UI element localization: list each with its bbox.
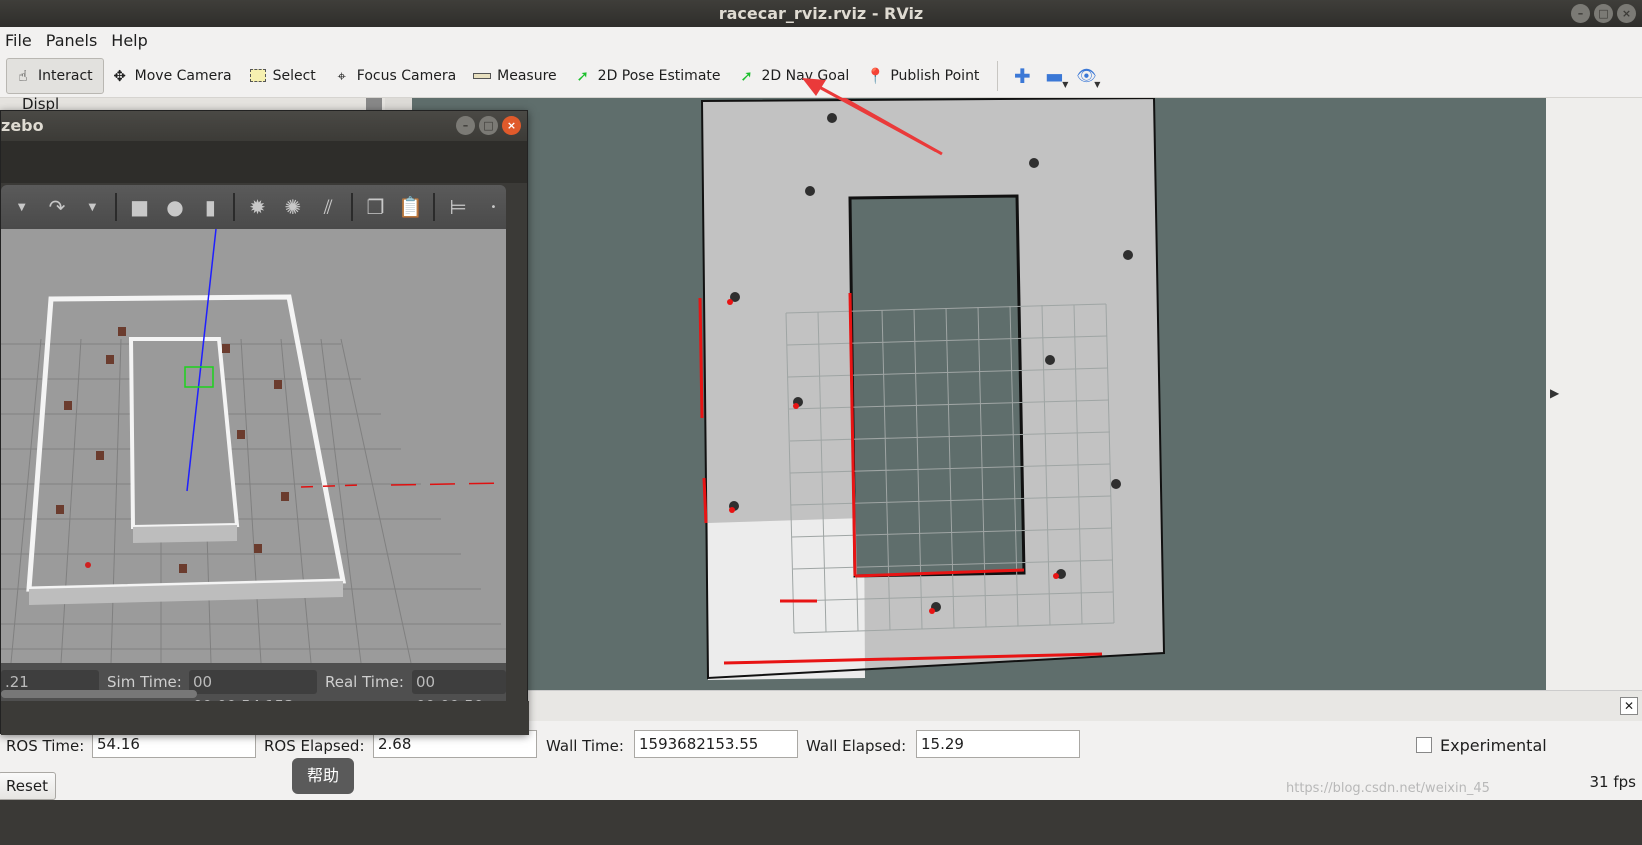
wall-elapsed-field[interactable]: 15.29	[916, 730, 1080, 758]
wall-elapsed-label: Wall Elapsed:	[806, 737, 907, 755]
window-titlebar: racecar_rviz.rviz - RViz – □ ×	[0, 0, 1642, 27]
x-axis-line	[300, 484, 362, 488]
select-tool[interactable]: Select	[242, 58, 326, 94]
crosshair-icon: ⌖	[337, 66, 346, 85]
green-arrow-icon: ➚	[740, 66, 753, 85]
ground-grid	[1, 338, 506, 663]
menu-file[interactable]: File	[0, 31, 41, 50]
panel-close-icon[interactable]	[366, 98, 382, 110]
paste-icon[interactable]: 📋	[398, 193, 423, 221]
displays-panel-header: Displ	[0, 95, 412, 113]
gazebo-minimize-button[interactable]: –	[456, 116, 475, 135]
red-marker	[85, 562, 91, 568]
expand-arrow-icon[interactable]: ▶	[1550, 386, 1559, 400]
toolbar-separator	[433, 193, 436, 221]
interact-tool[interactable]: ☝ Interact	[6, 57, 104, 94]
wall-time-label: Wall Time:	[546, 737, 624, 755]
align-icon[interactable]: ⊨	[445, 193, 470, 221]
gazebo-maximize-button[interactable]: □	[479, 116, 498, 135]
map-unknown-patch	[708, 518, 865, 680]
move-camera-label: Move Camera	[134, 67, 232, 84]
gazebo-titlebar: zebo – □ ×	[1, 111, 527, 141]
eye-icon[interactable]: 👁 ▼	[1070, 61, 1102, 91]
right-panel-collapsed[interactable]: ▶	[1546, 98, 1642, 690]
box-shape-icon[interactable]: ■	[127, 193, 152, 221]
pose-estimate-label: 2D Pose Estimate	[597, 67, 721, 84]
sim-time-label: Sim Time:	[107, 673, 182, 691]
real-time-field: 00 00:00:50	[412, 670, 506, 715]
inner-wall-side	[133, 525, 237, 543]
menu-panels[interactable]: Panels	[41, 31, 107, 50]
add-tool-icon[interactable]: ✚	[1006, 61, 1038, 91]
toolbar-separator	[232, 193, 235, 221]
reset-button[interactable]: Reset	[0, 772, 56, 800]
minimize-button[interactable]: –	[1571, 4, 1590, 23]
dropdown-arrow-icon[interactable]: ▼	[9, 193, 34, 221]
focus-camera-label: Focus Camera	[356, 67, 457, 84]
wall-time-field[interactable]: 1593682153.55	[634, 730, 798, 758]
gazebo-scrollbar[interactable]	[1, 690, 197, 698]
fps-counter: 31 fps	[1589, 773, 1636, 791]
gazebo-3d-scene[interactable]	[1, 229, 506, 663]
menu-bar: File Panels Help	[0, 27, 1642, 54]
more-icon[interactable]: •	[481, 193, 506, 221]
gazebo-window: zebo – □ × ▼ ↷ ▼ ■ ● ▮ ✹ ✺ ⫽ ❐ 📋 ⊨ • .21…	[0, 110, 529, 735]
sim-time-field: 00 00:00:54.153	[189, 670, 317, 715]
real-time-label: Real Time:	[325, 673, 404, 691]
rviz-3d-view[interactable]	[412, 98, 1546, 690]
time-panel-close-icon[interactable]: ✕	[1620, 697, 1638, 715]
sphere-shape-icon[interactable]: ●	[162, 193, 187, 221]
help-tooltip: 帮助	[292, 758, 354, 794]
hand-pointer-icon: ☝	[18, 66, 28, 85]
pose-estimate-tool[interactable]: ➚ 2D Pose Estimate	[567, 58, 731, 94]
ruler-icon	[472, 66, 492, 86]
watermark-text: https://blog.csdn.net/weixin_45	[1286, 781, 1490, 796]
dropdown-arrow-icon[interactable]: ▼	[80, 193, 105, 221]
cylinder-shape-icon[interactable]: ▮	[198, 193, 223, 221]
gazebo-menu-area	[1, 141, 527, 183]
measure-label: Measure	[497, 67, 557, 84]
menu-help[interactable]: Help	[106, 31, 156, 50]
time-panel-header: ✕	[412, 690, 1642, 721]
remove-tool-icon[interactable]: ▬ ▼	[1038, 61, 1070, 91]
redo-icon[interactable]: ↷	[44, 193, 69, 221]
gazebo-title: zebo	[1, 116, 44, 135]
experimental-label: Experimental	[1440, 736, 1547, 755]
ros-elapsed-label: ROS Elapsed:	[264, 737, 365, 755]
toolbar-separator	[997, 60, 999, 91]
interact-label: Interact	[38, 67, 93, 84]
select-box-icon	[248, 66, 268, 86]
gazebo-world-render	[1, 229, 506, 663]
toolbar-separator	[350, 193, 353, 221]
gazebo-toolbar: ▼ ↷ ▼ ■ ● ▮ ✹ ✺ ⫽ ❐ 📋 ⊨ •	[1, 185, 506, 229]
move-camera-tool[interactable]: ✥ Move Camera	[104, 58, 242, 94]
gazebo-close-button[interactable]: ×	[502, 116, 521, 135]
gazebo-bottom-area	[1, 701, 529, 735]
annotation-arrow-head	[802, 78, 942, 152]
window-title: racecar_rviz.rviz - RViz	[718, 4, 924, 23]
copy-icon[interactable]: ❐	[363, 193, 388, 221]
point-light-icon[interactable]: ✹	[245, 193, 270, 221]
experimental-checkbox[interactable]	[1416, 737, 1432, 753]
green-arrow-icon: ➚	[576, 66, 589, 85]
measure-tool[interactable]: Measure	[466, 58, 567, 94]
select-label: Select	[272, 67, 316, 84]
ros-time-label: ROS Time:	[6, 737, 85, 755]
occupancy-map	[698, 98, 1166, 680]
desktop-bottom-strip	[0, 800, 1642, 845]
toolbar-separator	[114, 193, 117, 221]
move-arrows-icon: ✥	[113, 66, 126, 85]
inner-wall	[128, 337, 240, 530]
inner-block	[848, 194, 1026, 578]
x-axis-line	[390, 482, 506, 486]
directional-light-icon[interactable]: ⫽	[316, 193, 341, 221]
maximize-button[interactable]: □	[1594, 4, 1613, 23]
close-button[interactable]: ×	[1617, 4, 1636, 23]
focus-camera-tool[interactable]: ⌖ Focus Camera	[326, 58, 466, 94]
spot-light-icon[interactable]: ✺	[280, 193, 305, 221]
